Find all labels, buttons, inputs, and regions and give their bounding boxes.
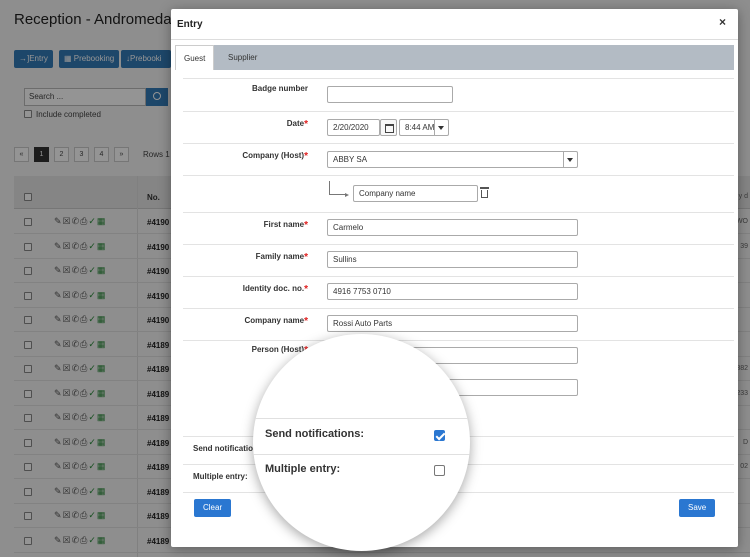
row-divider [183, 212, 734, 213]
connector-arrow-icon [329, 181, 349, 197]
badge-number-input[interactable] [327, 86, 453, 103]
first-name-input[interactable]: Carmelo [327, 219, 578, 236]
row-divider [183, 111, 734, 112]
lens-divider [253, 418, 470, 419]
badge-number-label: Badge number [251, 84, 308, 93]
company-host-label: Company (Host)* [242, 151, 308, 162]
row-divider [183, 340, 734, 341]
modal-title: Entry [177, 19, 203, 30]
identity-doc-input[interactable]: 4916 7753 0710 [327, 283, 578, 300]
send-notifications-label: Send notificatio [193, 444, 253, 453]
tab-bar: Guest Supplier [175, 45, 734, 70]
first-name-label: First name* [263, 220, 308, 231]
row-divider [183, 78, 734, 79]
lens-multiple-entry-label: Multiple entry: [265, 463, 341, 475]
company-host-select[interactable]: ABBY SA [327, 151, 578, 168]
save-button[interactable]: Save [679, 499, 716, 517]
company-name-sub-input[interactable]: Company name [353, 185, 478, 202]
row-divider [183, 175, 734, 176]
lens-divider [253, 454, 470, 455]
company-name-input[interactable]: Rossi Auto Parts [327, 315, 578, 332]
calendar-icon[interactable] [380, 119, 397, 136]
company-name-label: Company name* [244, 316, 308, 327]
identity-doc-label: Identity doc. no.* [242, 284, 308, 295]
row-divider [183, 308, 734, 309]
date-input[interactable]: 2/20/2020 [327, 119, 380, 136]
person-host-label: Person (Host)* [251, 345, 308, 356]
family-name-label: Family name* [255, 252, 308, 263]
row-divider [183, 244, 734, 245]
trash-icon[interactable] [480, 187, 489, 198]
header-divider [171, 39, 738, 40]
row-divider [183, 143, 734, 144]
multiple-entry-checkbox[interactable] [434, 465, 445, 476]
multiple-entry-label: Multiple entry: [193, 472, 248, 481]
send-notifications-checkbox[interactable] [434, 430, 445, 441]
lens-send-notifications-label: Send notifications: [265, 428, 364, 440]
clear-button[interactable]: Clear [194, 499, 232, 517]
tab-guest[interactable]: Guest [175, 45, 215, 70]
row-divider [183, 276, 734, 277]
magnifier-lens: Send notifications: Multiple entry: [253, 334, 470, 551]
family-name-input[interactable]: Sullins [327, 251, 578, 268]
close-icon[interactable]: × [719, 16, 726, 28]
time-select[interactable]: 8:44 AM [399, 119, 449, 136]
tab-supplier[interactable]: Supplier [220, 45, 265, 70]
date-label: Date* [286, 119, 308, 130]
